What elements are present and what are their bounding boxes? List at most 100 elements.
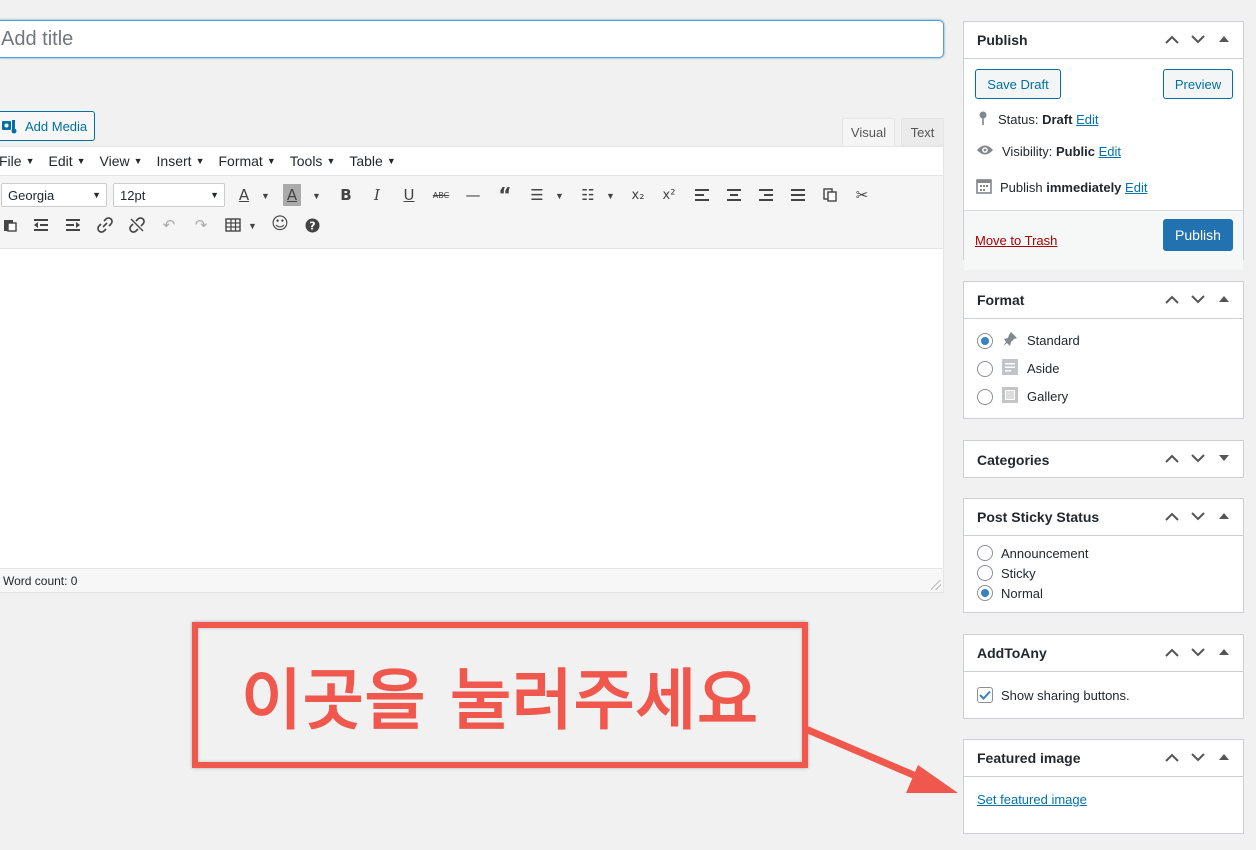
tab-visual[interactable]: Visual <box>842 118 895 146</box>
collapse-toggle-icon[interactable] <box>1217 750 1231 764</box>
underline-icon[interactable]: U <box>398 184 420 206</box>
publish-button[interactable]: Publish <box>1163 219 1233 251</box>
strikethrough-icon[interactable]: ABC <box>430 184 452 206</box>
sticky-box-header: Post Sticky Status <box>964 499 1243 536</box>
sticky-radio-normal[interactable] <box>977 585 993 601</box>
status-row: Status: Draft Edit <box>976 110 1098 129</box>
publish-box-title: Publish <box>977 32 1028 48</box>
edit-visibility-link[interactable]: Edit <box>1099 144 1121 159</box>
show-sharing-row[interactable]: Show sharing buttons. <box>977 687 1130 703</box>
sticky-box-title: Post Sticky Status <box>977 509 1100 525</box>
help-icon[interactable]: ? <box>301 214 323 236</box>
word-count: Word count: 0 <box>3 574 78 588</box>
outdent-icon[interactable] <box>30 214 52 236</box>
align-justify-icon[interactable] <box>787 184 809 206</box>
move-up-icon[interactable] <box>1165 292 1179 306</box>
title-input[interactable] <box>0 20 944 58</box>
collapse-toggle-icon[interactable] <box>1217 645 1231 659</box>
sticky-option-normal[interactable]: Normal <box>977 585 1043 601</box>
cut-icon[interactable]: ✂ <box>851 184 873 206</box>
font-size-select[interactable]: 12pt ▼ <box>113 183 225 207</box>
copy-icon[interactable] <box>819 184 841 206</box>
save-draft-button[interactable]: Save Draft <box>975 69 1061 99</box>
align-right-icon[interactable] <box>755 184 777 206</box>
sticky-radio-announcement[interactable] <box>977 545 993 561</box>
format-radio-gallery[interactable] <box>977 388 993 405</box>
move-down-icon[interactable] <box>1191 509 1205 523</box>
align-left-icon[interactable] <box>691 184 713 206</box>
sticky-option-sticky[interactable]: Sticky <box>977 565 1036 581</box>
menu-view[interactable]: View ▼ <box>100 153 143 169</box>
unlink-icon[interactable] <box>126 214 148 236</box>
emoticon-icon[interactable]: ☺ <box>269 213 291 235</box>
menu-insert[interactable]: Insert ▼ <box>157 153 205 169</box>
move-up-icon[interactable] <box>1165 750 1179 764</box>
edit-status-link[interactable]: Edit <box>1076 112 1098 127</box>
table-icon[interactable] <box>222 214 244 236</box>
edit-schedule-link[interactable]: Edit <box>1125 180 1147 195</box>
subscript-icon[interactable]: x₂ <box>627 184 649 206</box>
menu-format[interactable]: Format ▼ <box>218 153 275 169</box>
indent-icon[interactable] <box>62 214 84 236</box>
format-option-gallery[interactable]: Gallery <box>977 387 1068 406</box>
sticky-box: Post Sticky Status Announcement Sticky N… <box>963 498 1244 613</box>
numbered-list-icon[interactable]: ☷ <box>577 184 599 206</box>
format-radio-standard[interactable] <box>977 332 993 349</box>
superscript-icon[interactable]: x² <box>658 184 680 206</box>
undo-icon[interactable]: ↶ <box>158 214 180 236</box>
paste-icon[interactable] <box>0 214 21 236</box>
format-box-title: Format <box>977 292 1025 308</box>
set-featured-image-link[interactable]: Set featured image <box>977 792 1087 807</box>
show-sharing-checkbox[interactable] <box>977 687 993 703</box>
move-down-icon[interactable] <box>1191 750 1205 764</box>
blockquote-icon[interactable]: “ <box>494 183 516 207</box>
bullet-list-icon[interactable]: ☰ <box>526 184 548 206</box>
move-down-icon[interactable] <box>1191 645 1205 659</box>
add-media-button[interactable]: Add Media <box>0 111 95 141</box>
menu-tools[interactable]: Tools ▼ <box>290 153 336 169</box>
move-down-icon[interactable] <box>1191 32 1205 46</box>
menu-edit[interactable]: Edit ▼ <box>48 153 85 169</box>
editor-content[interactable] <box>0 250 943 550</box>
sticky-option-announcement[interactable]: Announcement <box>977 545 1088 561</box>
move-up-icon[interactable] <box>1165 645 1179 659</box>
bullet-list-caret[interactable]: ▼ <box>555 191 564 201</box>
table-caret[interactable]: ▼ <box>248 221 257 231</box>
gallery-icon <box>1001 387 1019 406</box>
horizontal-line-icon[interactable]: — <box>462 184 484 206</box>
collapse-toggle-icon[interactable] <box>1217 292 1231 306</box>
move-up-icon[interactable] <box>1165 451 1179 465</box>
format-option-standard[interactable]: Standard <box>977 331 1080 350</box>
tab-text[interactable]: Text <box>901 118 944 146</box>
collapse-toggle-icon[interactable] <box>1217 509 1231 523</box>
collapse-toggle-icon[interactable] <box>1217 32 1231 46</box>
align-center-icon[interactable] <box>723 184 745 206</box>
redo-icon[interactable]: ↷ <box>190 214 212 236</box>
menu-table[interactable]: Table ▼ <box>349 153 395 169</box>
move-down-icon[interactable] <box>1191 292 1205 306</box>
font-family-select[interactable]: Georgia ▼ <box>1 183 107 207</box>
move-down-icon[interactable] <box>1191 451 1205 465</box>
expand-toggle-icon[interactable] <box>1217 451 1231 465</box>
menu-file[interactable]: File ▼ <box>0 153 34 169</box>
resize-handle[interactable] <box>931 580 941 590</box>
background-color-icon[interactable]: A <box>283 184 301 206</box>
sticky-radio-sticky[interactable] <box>977 565 993 581</box>
background-color-caret[interactable]: ▼ <box>312 191 321 201</box>
bold-icon[interactable]: B <box>335 184 357 206</box>
preview-button[interactable]: Preview <box>1163 69 1233 99</box>
format-radio-aside[interactable] <box>977 360 993 377</box>
categories-box-title: Categories <box>977 451 1050 468</box>
move-up-icon[interactable] <box>1165 32 1179 46</box>
move-up-icon[interactable] <box>1165 509 1179 523</box>
link-icon[interactable] <box>94 214 116 236</box>
format-option-aside[interactable]: Aside <box>977 359 1060 378</box>
categories-box: Categories <box>963 440 1244 478</box>
text-color-caret[interactable]: ▼ <box>261 191 270 201</box>
add-media-icon <box>1 118 19 134</box>
italic-icon[interactable]: I <box>366 184 388 206</box>
categories-box-header[interactable]: Categories <box>964 441 1243 478</box>
numbered-list-caret[interactable]: ▼ <box>606 191 615 201</box>
text-color-icon[interactable]: A <box>233 184 255 206</box>
move-to-trash-link[interactable]: Move to Trash <box>975 233 1057 248</box>
